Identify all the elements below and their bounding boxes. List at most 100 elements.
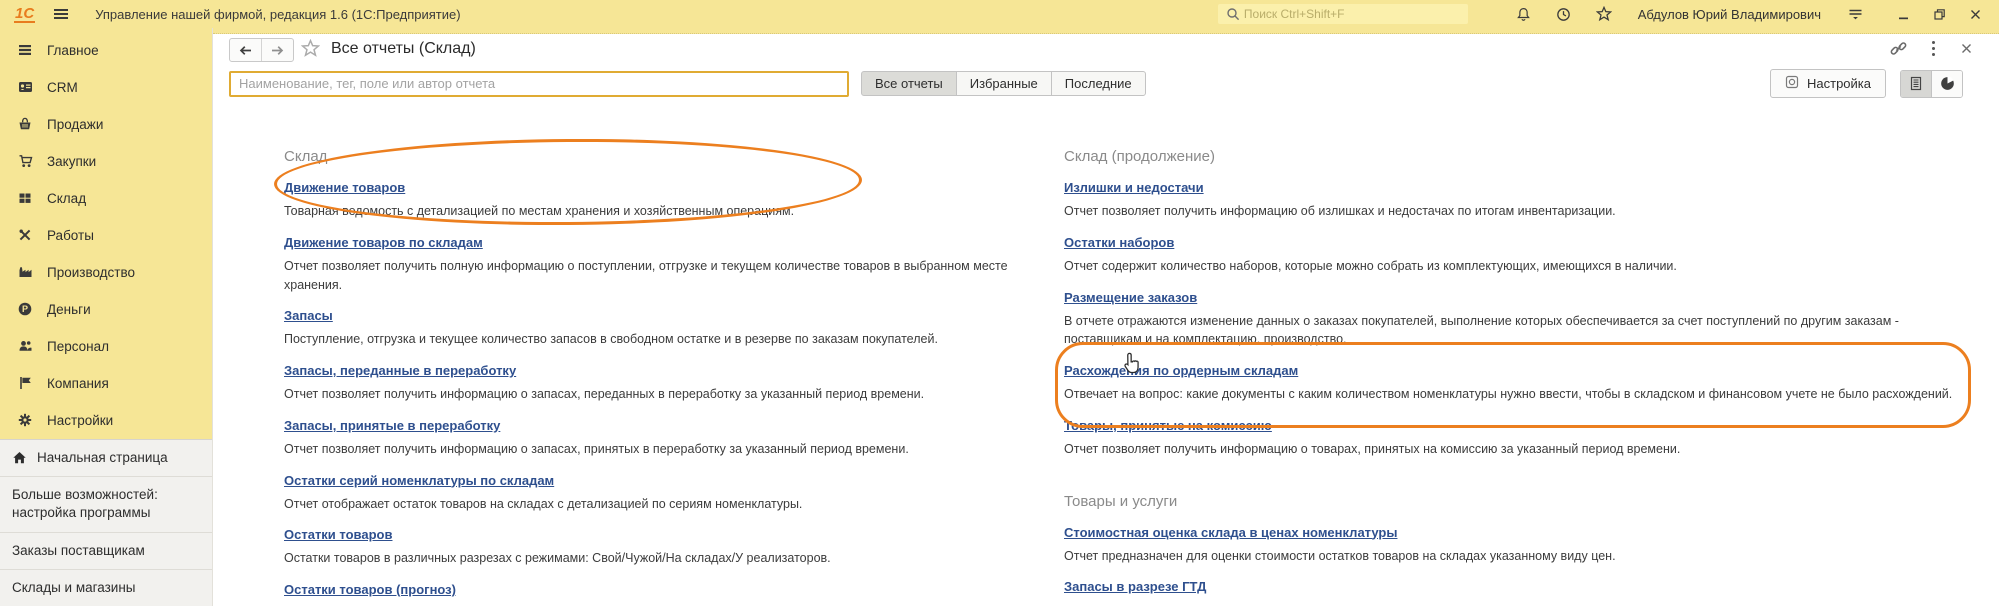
sidebar-item-label: CRM: [47, 80, 78, 95]
user-name[interactable]: Абдулов Юрий Владимирович: [1638, 7, 1821, 22]
history-clock-icon[interactable]: [1554, 4, 1574, 24]
report-link[interactable]: Товары, принятые на комиссию: [1064, 418, 1272, 433]
report-link[interactable]: Запасы в разрезе ГТД: [1064, 579, 1206, 594]
restore-window-icon[interactable]: [1929, 4, 1949, 24]
report-item: Излишки и недостачи Отчет позволяет получ…: [1064, 179, 1959, 221]
sidebar-item-label: Склад: [47, 191, 86, 206]
report-description: Отчет предназначен для оценки стоимости …: [1064, 547, 1959, 566]
close-page-icon[interactable]: [1960, 42, 1973, 60]
report-link[interactable]: Остатки товаров: [284, 527, 392, 542]
sidebar-item-label: Деньги: [47, 302, 91, 317]
sidebar-footer-item-1[interactable]: Больше возможностей: настройка программы: [0, 477, 212, 532]
crm-card-icon: [18, 80, 33, 95]
back-button[interactable]: [230, 39, 261, 61]
sidebar-item-3[interactable]: Закупки: [0, 143, 212, 180]
report-section: Товары и услуги Стоимостная оценка склада…: [1064, 493, 1959, 602]
report-description: Отчет позволяет получить информацию о за…: [284, 385, 1064, 404]
people-icon: [18, 339, 33, 354]
close-window-icon[interactable]: [1965, 4, 1985, 24]
sidebar-item-1[interactable]: CRM: [0, 69, 212, 106]
user-menu-icon[interactable]: [1845, 4, 1865, 24]
cart-icon: [18, 154, 33, 169]
more-menu-icon[interactable]: [1931, 40, 1936, 62]
reports-list: СкладДвижение товаровТоварная ведомость …: [213, 108, 1999, 606]
titlebar: 1С Управление нашей фирмой, редакция 1.6…: [0, 0, 1999, 28]
page-title: Все отчеты (Склад): [331, 40, 476, 58]
section-header: Товары и услуги: [1064, 493, 1959, 510]
pie-view-button[interactable]: [1931, 71, 1962, 97]
get-link-icon[interactable]: [1890, 40, 1907, 62]
report-link[interactable]: Остатки серий номенклатуры по складам: [284, 473, 554, 488]
report-item: Остатки товаров (прогноз)Остатки товаров…: [284, 581, 1064, 606]
report-section: СкладДвижение товаровТоварная ведомость …: [284, 148, 1064, 606]
sidebar-item-label: Главное: [47, 43, 99, 58]
report-description: Отчет позволяет получить информацию о то…: [1064, 440, 1959, 459]
flag-icon: [18, 376, 33, 391]
report-link[interactable]: Запасы: [284, 308, 333, 323]
forward-button[interactable]: [261, 39, 293, 61]
sidebar-footer-label: Заказы поставщикам: [12, 542, 145, 560]
sidebar-footer-item-0[interactable]: Начальная страница: [0, 440, 212, 477]
sidebar-item-6[interactable]: Производство: [0, 254, 212, 291]
report-item: Товары, принятые на комиссию Отчет позвол…: [1064, 417, 1959, 459]
sidebar-item-0[interactable]: Главное: [0, 32, 212, 69]
tab-favorites[interactable]: Избранные: [956, 71, 1052, 96]
report-description: Товарная ведомость с детализацией по мес…: [284, 202, 1064, 221]
sidebar-item-4[interactable]: Склад: [0, 180, 212, 217]
sidebar-item-label: Компания: [47, 376, 109, 391]
app-window: 1С Управление нашей фирмой, редакция 1.6…: [0, 0, 1999, 606]
report-link[interactable]: Остатки наборов: [1064, 235, 1174, 250]
global-search-input[interactable]: [1242, 6, 1462, 22]
sidebar-item-7[interactable]: Р Деньги: [0, 291, 212, 328]
main-menu-icon[interactable]: [51, 4, 71, 24]
report-link[interactable]: Остатки товаров (прогноз): [284, 582, 456, 597]
notifications-bell-icon[interactable]: [1514, 4, 1534, 24]
report-description: Отчет позволяет получить информацию об и…: [1064, 202, 1959, 221]
sidebar-item-9[interactable]: Компания: [0, 365, 212, 402]
report-description: Отчет содержит количество наборов, котор…: [1064, 257, 1959, 276]
page-star-icon[interactable]: [301, 39, 320, 63]
tab-all-reports[interactable]: Все отчеты: [861, 71, 957, 96]
history-nav-buttons: [229, 38, 294, 62]
content-header: Все отчеты (Склад): [213, 34, 1999, 66]
report-description: В отчете отражаются изменение данных о з…: [1064, 312, 1959, 350]
report-item: Остатки серий номенклатуры по складамОтч…: [284, 472, 1064, 514]
sidebar-item-label: Персонал: [47, 339, 109, 354]
list-view-button[interactable]: [1901, 71, 1931, 97]
sidebar-item-5[interactable]: Работы: [0, 217, 212, 254]
sidebar-item-label: Производство: [47, 265, 135, 280]
app-title: Управление нашей фирмой, редакция 1.6 (1…: [95, 7, 460, 22]
sidebar-footer-item-3[interactable]: Склады и магазины: [0, 570, 212, 606]
settings-button[interactable]: Настройка: [1770, 69, 1886, 98]
report-item: Запасы, принятые в переработкуОтчет позв…: [284, 417, 1064, 459]
sidebar-item-10[interactable]: Настройки: [0, 402, 212, 439]
svg-text:Р: Р: [22, 304, 28, 314]
basket-icon: [18, 117, 33, 132]
report-description: Поступление, отгрузка и текущее количест…: [284, 330, 1064, 349]
report-search-input[interactable]: [229, 71, 849, 97]
report-link[interactable]: Движение товаров: [284, 180, 405, 195]
report-link[interactable]: Расхождения по ордерным складам: [1064, 363, 1298, 378]
global-search[interactable]: [1218, 4, 1468, 24]
report-link[interactable]: Движение товаров по складам: [284, 235, 483, 250]
sidebar-item-8[interactable]: Персонал: [0, 328, 212, 365]
report-item: Запасы, переданные в переработку Отчет по…: [284, 362, 1064, 404]
report-link[interactable]: Запасы, принятые в переработку: [284, 418, 500, 433]
view-toggle: [1900, 70, 1963, 98]
minimize-icon[interactable]: [1893, 4, 1913, 24]
favorites-star-icon[interactable]: [1594, 4, 1614, 24]
sidebar-item-label: Настройки: [47, 413, 113, 428]
report-link[interactable]: Стоимостная оценка склада в ценах номенк…: [1064, 525, 1397, 540]
report-link[interactable]: Размещение заказов: [1064, 290, 1197, 305]
sidebar-footer-label: Начальная страница: [37, 449, 168, 467]
report-link[interactable]: Запасы, переданные в переработку: [284, 363, 516, 378]
sidebar-item-2[interactable]: Продажи: [0, 106, 212, 143]
sidebar-item-label: Закупки: [47, 154, 96, 169]
home-icon: [12, 451, 27, 466]
report-link[interactable]: Излишки и недостачи: [1064, 180, 1204, 195]
money-ruble-icon: Р: [18, 302, 33, 317]
report-description: Отвечает на вопрос: какие документы с ка…: [1064, 385, 1959, 404]
sidebar-footer-item-2[interactable]: Заказы поставщикам: [0, 533, 212, 570]
report-filter-tabs: Все отчеты Избранные Последние: [861, 71, 1146, 96]
tab-recent[interactable]: Последние: [1051, 71, 1146, 96]
